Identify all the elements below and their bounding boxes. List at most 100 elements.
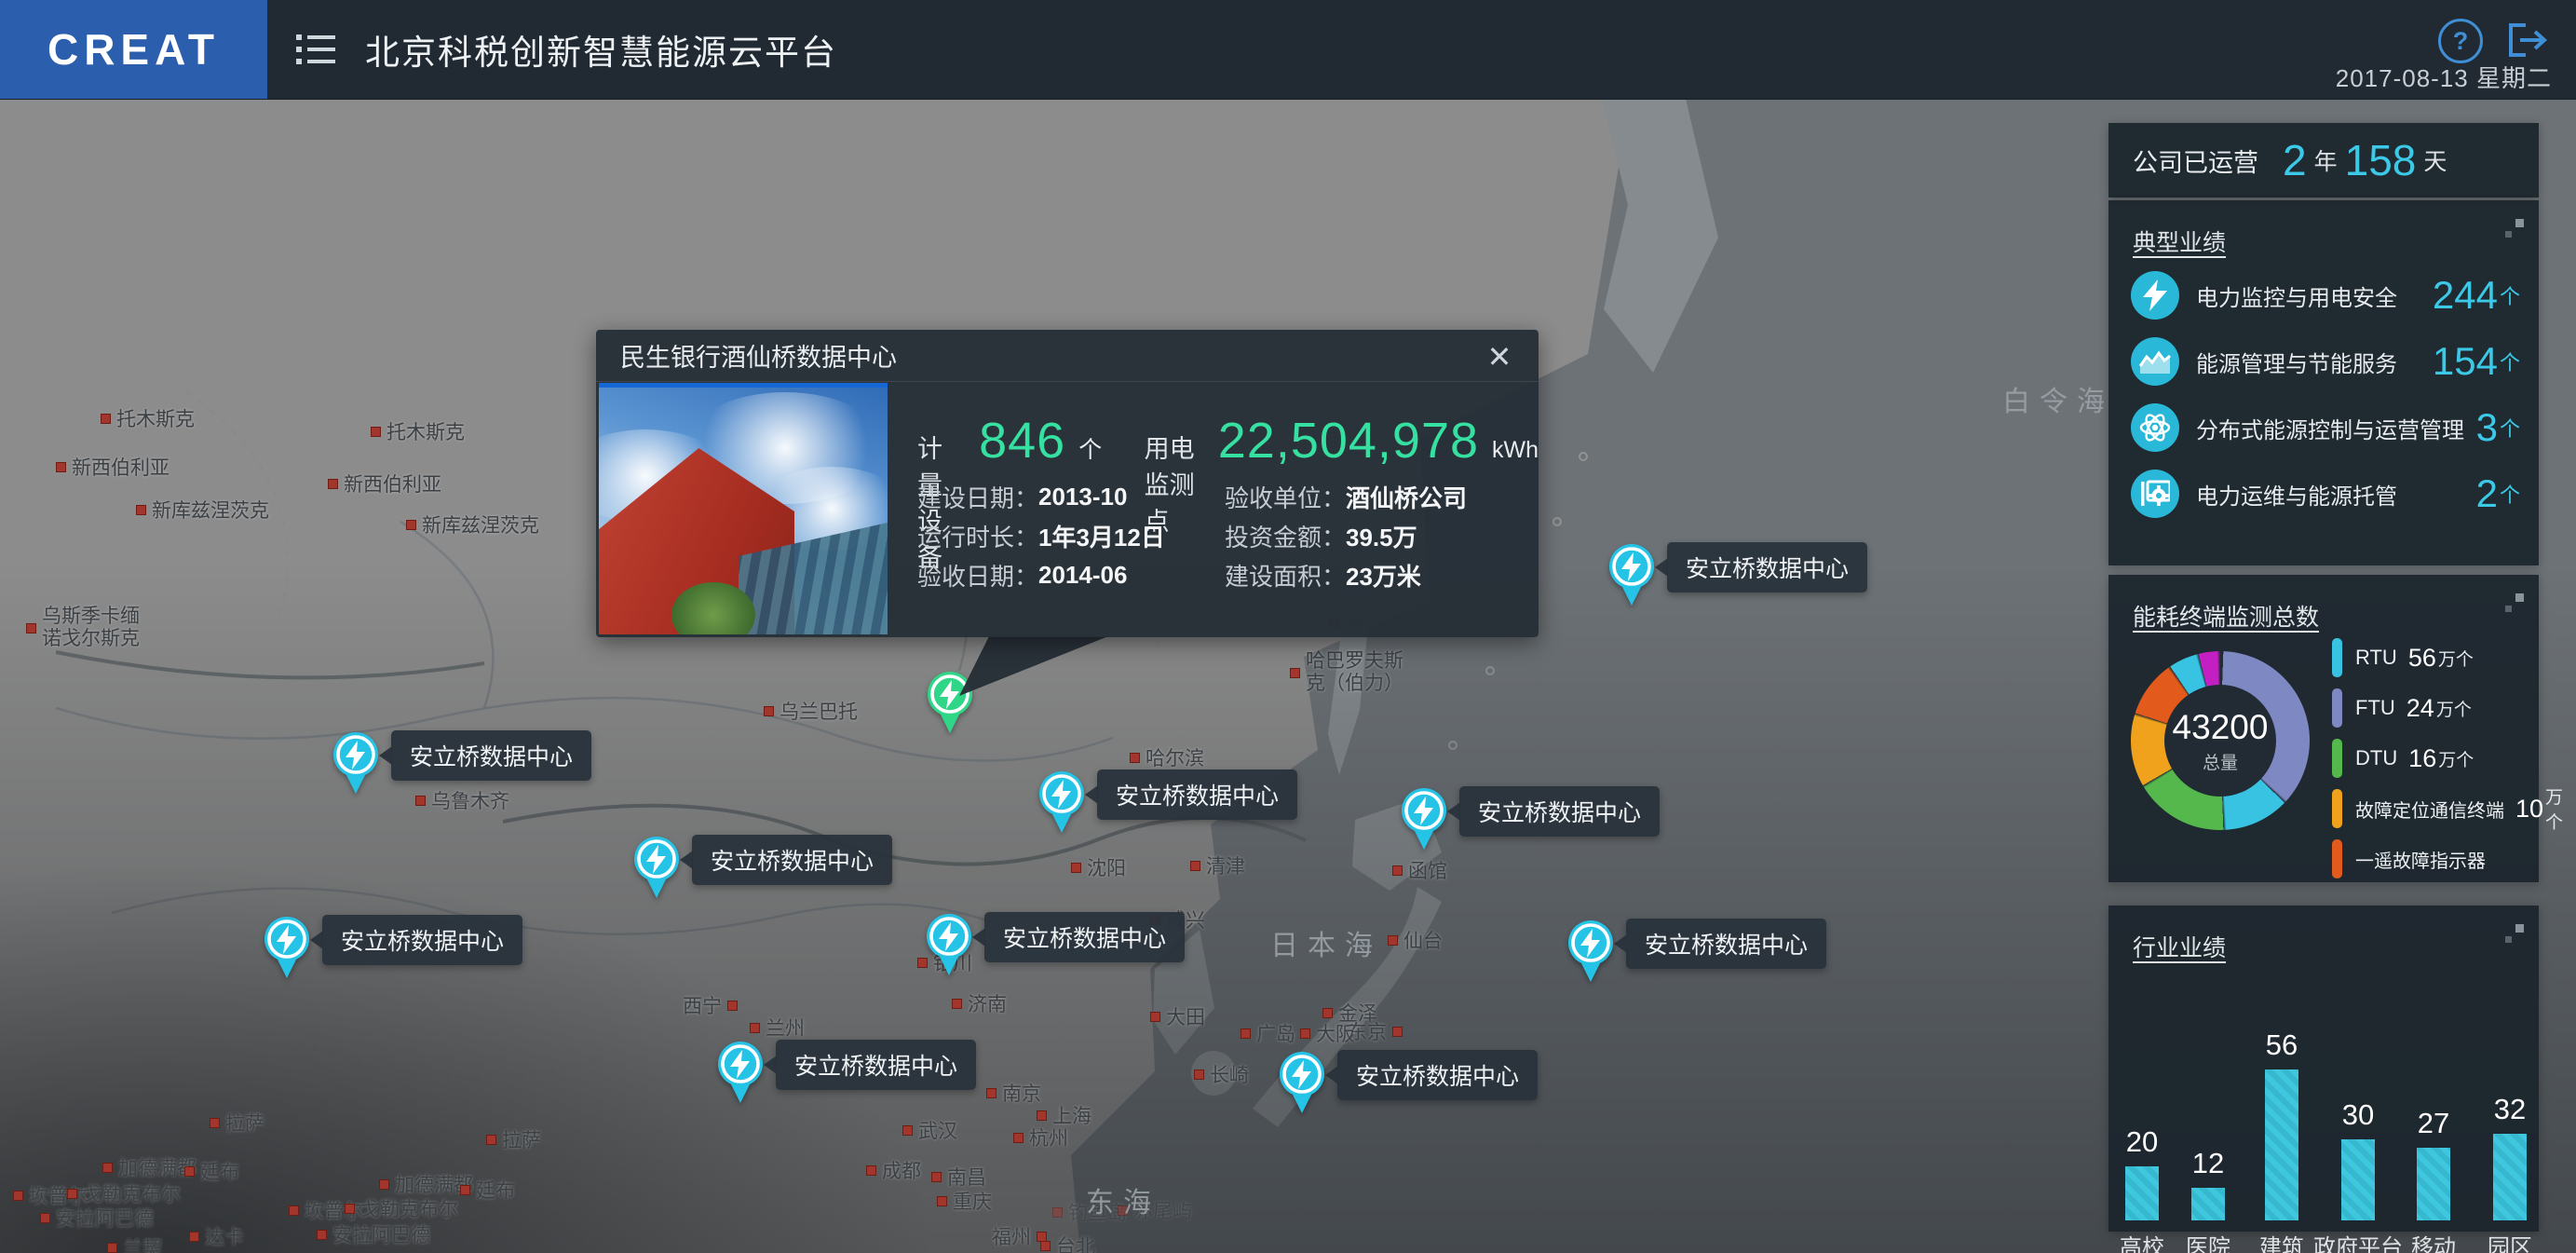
city-name: 廷布 (200, 1157, 239, 1185)
city-label: 新西伯利亚 (328, 470, 441, 497)
city-name: 达卡 (205, 1222, 244, 1250)
typical-item[interactable]: 分布式能源控制与运营管理3个 (2131, 398, 2520, 457)
city-marker-icon (931, 1172, 942, 1182)
pin-label-bubble[interactable]: 安立桥数据中心 (1667, 542, 1867, 592)
expand-icon[interactable] (2505, 593, 2524, 612)
city-name: 大田 (1166, 1002, 1205, 1030)
popup-details-grid: 建设日期：2013-10运行时长：1年3月12日验收日期：2014-06验收单位… (917, 477, 1541, 594)
operation-years: 2 (2283, 135, 2307, 185)
typical-item[interactable]: 电力运维与能源托管2个 (2131, 464, 2520, 524)
typical-item[interactable]: 能源管理与节能服务154个 (2131, 332, 2520, 391)
typical-performance-panel: 典型业绩 电力监控与用电安全244个能源管理与节能服务154个分布式能源控制与运… (2108, 200, 2539, 565)
pin-label-bubble[interactable]: 安立桥数据中心 (776, 1040, 976, 1090)
city-label: 托木斯克 (371, 417, 465, 445)
city-label: 台北 (1040, 1232, 1095, 1253)
city-name: 乌兰巴托 (780, 697, 858, 725)
data-center-pin-icon[interactable] (331, 729, 381, 795)
legend-color-bar (2332, 739, 2342, 778)
typical-item-label: 能源管理与节能服务 (2196, 346, 2433, 378)
city-name: 重庆 (953, 1187, 992, 1215)
city-label: 乌斯季卡缅诺戈尔斯克 (26, 606, 140, 650)
typical-item[interactable]: 电力监控与用电安全244个 (2131, 266, 2520, 325)
city-name: 广岛 (1256, 1019, 1295, 1047)
logout-icon[interactable] (2507, 22, 2548, 58)
city-label: 清津 (1190, 851, 1245, 879)
data-center-pin-icon[interactable] (1607, 541, 1657, 606)
city-marker-icon (415, 796, 426, 806)
pin-label-bubble[interactable]: 安立桥数据中心 (1459, 786, 1660, 837)
legend-unit: 万个 (2545, 783, 2563, 834)
pin-label-bubble[interactable]: 安立桥数据中心 (1337, 1050, 1538, 1100)
detail-label: 投资金额： (1225, 519, 1346, 553)
bar-category-label: 园区 (2449, 1229, 2570, 1253)
city-marker-icon (866, 1165, 876, 1176)
donut-legend: RTU56万个FTU24万个DTU16万个故障定位通信终端10万个一遥故障指示器 (2332, 633, 2531, 884)
city-label: 沈阳 (1071, 853, 1126, 881)
detail-value: 23万米 (1346, 558, 1421, 592)
detail-label: 建设面积： (1225, 558, 1346, 592)
bar-value-label: 27 (2392, 1107, 2475, 1140)
city-name: 成都 (882, 1156, 921, 1184)
data-center-pin-icon[interactable] (1399, 785, 1449, 851)
city-name: 新西伯利亚 (344, 470, 441, 497)
legend-color-bar (2332, 638, 2342, 677)
detail-label: 验收日期： (917, 558, 1038, 592)
pin-label-bubble[interactable]: 安立桥数据中心 (692, 835, 892, 885)
data-center-pin-icon[interactable] (1566, 918, 1616, 983)
data-center-pin-icon[interactable] (262, 914, 312, 979)
popup-detail-row: 运行时长：1年3月12日 (917, 516, 1225, 555)
legend-color-bar (2332, 789, 2342, 828)
typical-item-label: 电力运维与能源托管 (2196, 478, 2476, 511)
city-marker-icon (210, 1118, 220, 1128)
panel-title: 典型业绩 (2133, 225, 2226, 258)
city-marker-icon (26, 623, 36, 633)
city-name: 西宁 (683, 991, 722, 1019)
pin-label-bubble[interactable]: 安立桥数据中心 (1626, 919, 1826, 969)
city-label: 乌兰巴托 (764, 697, 858, 725)
data-center-pin-icon[interactable] (715, 1039, 766, 1104)
city-marker-icon (1037, 1110, 1047, 1121)
city-name: 仙台 (1403, 926, 1443, 954)
city-marker-icon (1040, 1241, 1051, 1251)
city-name: 济南 (968, 989, 1007, 1017)
expand-icon[interactable] (2505, 219, 2524, 238)
legend-color-bar (2332, 688, 2342, 728)
donut-total: 43200 (2173, 708, 2269, 747)
city-label: 加德满都 (102, 1153, 197, 1181)
stat-value: 846 (979, 412, 1065, 470)
bar-value-label: 12 (2166, 1147, 2250, 1180)
pin-label-bubble[interactable]: 安立桥数据中心 (322, 915, 522, 965)
data-center-pin-icon[interactable] (631, 834, 682, 899)
city-marker-icon (101, 414, 111, 424)
pin-label-bubble[interactable]: 安立桥数据中心 (391, 730, 591, 781)
site-info-popup: 民生银行酒仙桥数据中心 ✕ 计量设备 846 个 用电监测点 22,504,97… (596, 330, 1539, 637)
close-icon[interactable]: ✕ (1481, 339, 1518, 376)
city-name: 沈阳 (1087, 853, 1126, 881)
city-label: 安拉阿巴德 (40, 1204, 154, 1232)
data-center-pin-icon[interactable] (924, 911, 974, 976)
city-marker-icon (1013, 1133, 1024, 1143)
operation-years-unit: 年 (2314, 143, 2338, 177)
list-menu-icon[interactable] (296, 34, 335, 65)
data-center-pin-icon[interactable] (1277, 1049, 1327, 1114)
pin-label-bubble[interactable]: 安立桥数据中心 (1097, 770, 1297, 820)
city-marker-icon (1322, 1008, 1333, 1018)
data-center-pin-icon[interactable] (1037, 769, 1087, 834)
legend-color-bar (2332, 839, 2342, 878)
city-name: 兰州 (766, 1014, 805, 1042)
city-marker-icon (289, 1205, 299, 1216)
help-icon[interactable]: ? (2438, 19, 2483, 63)
city-marker-icon (189, 1232, 199, 1242)
city-name: 大阪 (1316, 1019, 1355, 1047)
city-label: 东京 (1348, 1017, 1403, 1045)
city-marker-icon (1392, 1027, 1403, 1037)
city-name: 哈尔滨 (1146, 743, 1204, 771)
industry-performance-panel: 行业业绩 20高校12医院56建筑30政府平台27移动32园区 (2108, 906, 2539, 1232)
city-name: 东海 (1086, 1179, 1160, 1220)
city-label: 戈勒克布尔 (345, 1194, 458, 1222)
expand-icon[interactable] (2505, 924, 2524, 943)
selected-data-center-pin-icon[interactable] (925, 669, 975, 734)
pin-label-bubble[interactable]: 安立桥数据中心 (984, 912, 1185, 962)
city-marker-icon (1130, 753, 1140, 763)
detail-value: 2013-10 (1038, 483, 1127, 511)
